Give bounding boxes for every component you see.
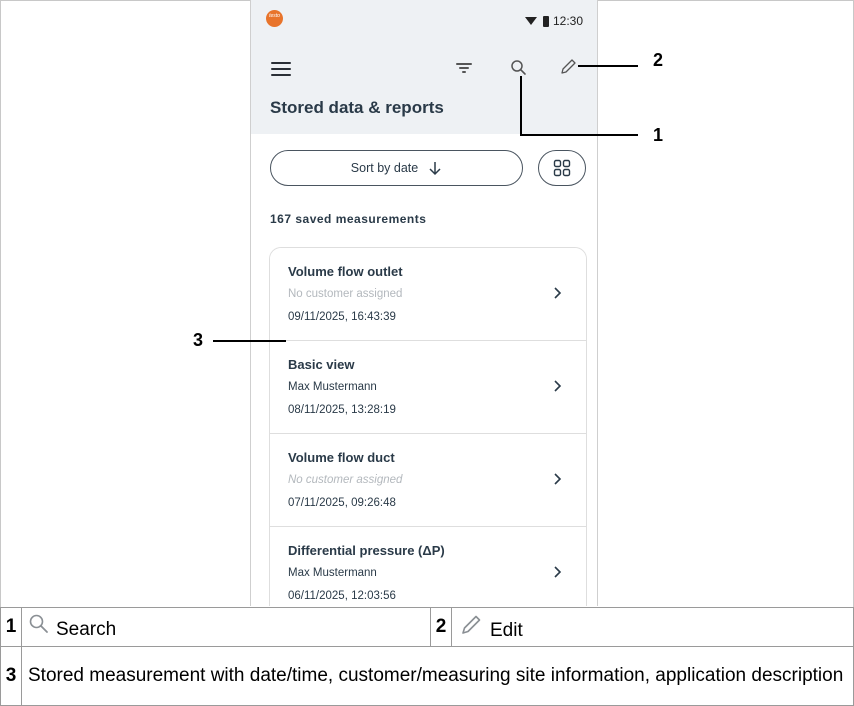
measurement-count: 167 saved measurements <box>270 212 427 226</box>
callout-line-2 <box>578 65 638 67</box>
list-item[interactable]: Basic view Max Mustermann 08/11/2025, 13… <box>270 341 586 434</box>
grid-icon <box>553 159 571 177</box>
legend-description: Stored measurement with date/time, custo… <box>21 646 854 706</box>
callout-line-3 <box>213 340 286 342</box>
legend-cell: Search <box>21 607 431 647</box>
measurement-list: Volume flow outlet No customer assigned … <box>269 247 587 606</box>
logo-text: testo <box>269 13 280 19</box>
arrow-down-icon <box>429 162 441 176</box>
legend-label: Search <box>56 619 117 640</box>
item-title: Volume flow duct <box>288 450 395 465</box>
search-icon <box>29 614 48 633</box>
item-date: 08/11/2025, 13:28:19 <box>288 404 396 416</box>
legend-row: 3 Stored measurement with date/time, cus… <box>0 646 854 706</box>
chevron-right-icon <box>554 473 562 485</box>
status-bar: testo 12:30 <box>251 0 597 42</box>
wifi-icon <box>524 17 537 25</box>
chevron-right-icon <box>554 566 562 578</box>
callout-number-1: 1 <box>653 125 664 145</box>
page-title: Stored data & reports <box>270 98 444 117</box>
phone-screen: testo 12:30 Stored data & reports Sort b… <box>250 0 598 606</box>
item-customer: No customer assigned <box>288 288 403 300</box>
status-indicators: 12:30 <box>524 14 583 28</box>
filter-icon[interactable] <box>456 62 472 74</box>
legend-number: 3 <box>0 646 22 706</box>
app-header: Stored data & reports <box>251 42 597 134</box>
grid-view-button[interactable] <box>538 150 586 186</box>
item-title: Volume flow outlet <box>288 264 403 279</box>
sort-label: Sort by date <box>350 161 419 175</box>
status-time: 12:30 <box>552 14 583 28</box>
sort-by-date-button[interactable]: Sort by date <box>270 150 523 186</box>
legend-label: Edit <box>490 620 523 641</box>
callout-number-2: 2 <box>653 50 664 70</box>
item-title: Differential pressure (ΔP) <box>288 543 445 558</box>
legend-row: 1 Search 2 Edit <box>0 607 854 647</box>
chevron-right-icon <box>554 287 562 299</box>
list-item[interactable]: Volume flow outlet No customer assigned … <box>270 248 586 341</box>
callout-line-1-vertical <box>520 76 522 136</box>
list-item[interactable]: Differential pressure (ΔP) Max Musterman… <box>270 527 586 606</box>
edit-icon <box>462 615 481 634</box>
item-title: Basic view <box>288 357 355 372</box>
item-customer: No customer assigned <box>288 474 403 486</box>
item-customer: Max Mustermann <box>288 567 377 579</box>
legend-number: 2 <box>430 607 452 647</box>
legend-table: 1 Search 2 Edit 3 Stored measurement wit… <box>0 607 854 706</box>
chevron-right-icon <box>554 380 562 392</box>
item-date: 07/11/2025, 09:26:48 <box>288 497 396 509</box>
callout-line-1 <box>520 134 638 136</box>
search-icon[interactable] <box>509 58 529 78</box>
item-date: 09/11/2025, 16:43:39 <box>288 311 396 323</box>
menu-icon[interactable] <box>271 62 291 76</box>
item-date: 06/11/2025, 12:03:56 <box>288 590 396 602</box>
legend-cell: Edit <box>451 607 854 647</box>
legend-number: 1 <box>0 607 22 647</box>
battery-icon <box>542 15 549 27</box>
list-item[interactable]: Volume flow duct No customer assigned 07… <box>270 434 586 527</box>
testo-logo: testo <box>266 10 283 27</box>
item-customer: Max Mustermann <box>288 381 377 393</box>
callout-number-3: 3 <box>193 330 204 350</box>
edit-icon[interactable] <box>557 56 579 78</box>
